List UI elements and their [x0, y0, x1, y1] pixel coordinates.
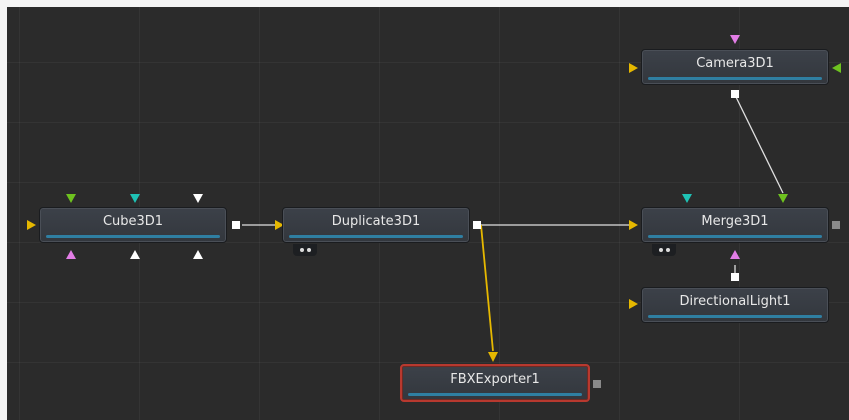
node-fbxexporter1[interactable]: FBXExporter1 [400, 364, 590, 402]
cube-output-port[interactable] [232, 221, 240, 229]
merge-input-teal-icon[interactable] [682, 194, 692, 203]
node-duplicate3d1[interactable]: Duplicate3D1 [282, 207, 470, 243]
camera-input-yellow-icon[interactable] [629, 63, 638, 73]
cube-input-white-bottom-icon[interactable] [130, 250, 140, 259]
wire-arrow-merge-input [629, 220, 638, 230]
merge-input-pink-icon[interactable] [730, 250, 740, 259]
merge-input-green-icon[interactable] [778, 194, 788, 203]
node-camera3d1[interactable]: Camera3D1 [641, 49, 829, 85]
light-input-yellow-icon[interactable] [629, 299, 638, 309]
cube-input-yellow-icon[interactable] [27, 220, 36, 230]
node-bar [648, 77, 822, 80]
cube-input-white-bottom2-icon[interactable] [193, 250, 203, 259]
node-bar [648, 315, 822, 318]
node-cube3d1[interactable]: Cube3D1 [39, 207, 227, 243]
merge-view-toggle-icon[interactable] [652, 244, 676, 256]
cube-input-white-icon[interactable] [193, 194, 203, 203]
wire-duplicate-to-fbx [480, 224, 494, 352]
node-directionallight1[interactable]: DirectionalLight1 [641, 287, 829, 323]
fbx-output-port[interactable] [593, 380, 601, 388]
node-label: Merge3D1 [701, 214, 769, 229]
camera-input-pink-icon[interactable] [730, 35, 740, 44]
node-bar [289, 235, 463, 238]
duplicate-output-port[interactable] [473, 221, 481, 229]
node-label: Cube3D1 [102, 214, 164, 229]
cube-input-pink-icon[interactable] [66, 250, 76, 259]
wire-arrow-fbx-input [488, 352, 498, 362]
camera-input-green-icon[interactable] [832, 63, 841, 73]
node-label: Camera3D1 [696, 56, 774, 71]
light-output-port[interactable] [731, 273, 739, 281]
cube-input-teal-icon[interactable] [130, 194, 140, 203]
node-label: Duplicate3D1 [331, 214, 421, 229]
dot-icon [306, 248, 311, 252]
camera-output-port[interactable] [731, 90, 739, 98]
window-frame: Cube3D1 Duplicate3D1 Camera3D1 Merge3D1 … [0, 0, 849, 420]
node-merge3d1[interactable]: Merge3D1 [641, 207, 829, 243]
merge-output-port[interactable] [832, 221, 840, 229]
node-bar [648, 235, 822, 238]
cube-input-green-icon[interactable] [66, 194, 76, 203]
dot-icon [665, 248, 670, 252]
node-bar [408, 393, 582, 396]
node-graph-canvas[interactable]: Cube3D1 Duplicate3D1 Camera3D1 Merge3D1 … [7, 7, 849, 420]
node-label: DirectionalLight1 [679, 294, 791, 309]
dot-icon [658, 248, 663, 252]
node-label: FBXExporter1 [450, 372, 540, 387]
wire-camera-to-merge [734, 94, 784, 194]
dot-icon [299, 248, 304, 252]
node-bar [46, 235, 220, 238]
duplicate-view-toggle-icon[interactable] [293, 244, 317, 256]
